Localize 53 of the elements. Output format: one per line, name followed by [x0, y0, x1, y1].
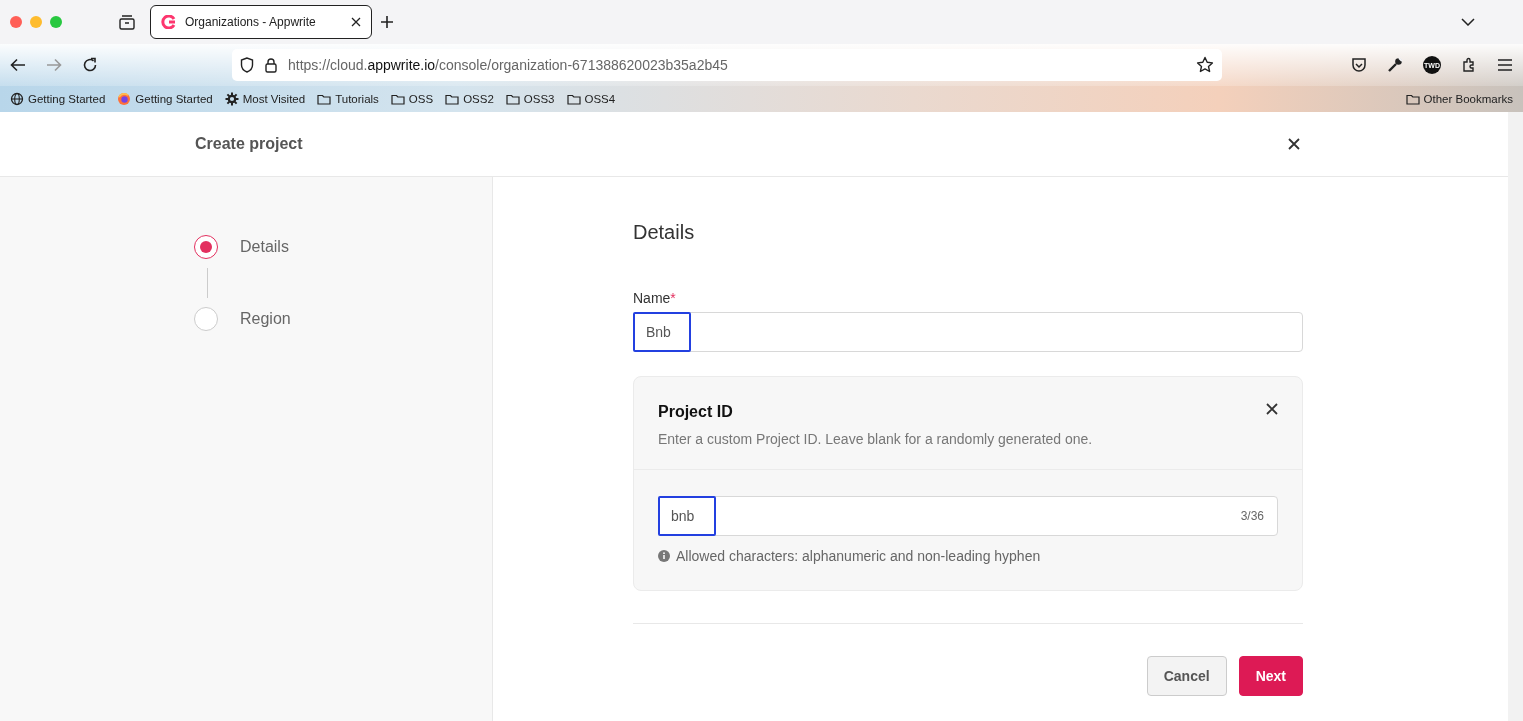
card-title: Project ID — [658, 403, 734, 421]
annotation-frame — [658, 496, 716, 536]
folder-icon — [1405, 92, 1420, 106]
puzzle-piece-icon[interactable] — [1461, 57, 1477, 73]
bookmark[interactable]: OSS4 — [566, 92, 616, 106]
next-button[interactable]: Next — [1238, 656, 1303, 696]
lock-icon — [264, 57, 278, 73]
bookmark[interactable]: Getting Started — [10, 92, 106, 106]
tab-manager-icon[interactable] — [118, 14, 136, 30]
close-icon[interactable] — [351, 17, 361, 27]
close-window-button[interactable] — [10, 16, 22, 28]
folder-icon — [566, 92, 581, 106]
bookmark[interactable]: Getting Started — [117, 92, 213, 106]
step-connector — [207, 268, 208, 298]
bookmark[interactable]: Most Visited — [224, 92, 306, 106]
bookmark[interactable]: Other Bookmarks — [1405, 92, 1513, 106]
back-arrow-icon[interactable] — [10, 58, 26, 72]
annotation-frame — [633, 312, 691, 352]
modal-title: Create project — [195, 135, 304, 153]
chevron-down-icon[interactable] — [1461, 18, 1475, 26]
address-bar[interactable]: https://cloud.appwrite.io/console/organization-671388620023b35a2b45 — [232, 49, 1222, 81]
url-text: https://cloud.appwrite.io/console/organization-671388620023b35a2b45 — [288, 57, 729, 73]
field-label: Name* — [633, 290, 677, 306]
shield-icon — [240, 57, 254, 73]
folder-icon — [317, 92, 332, 106]
cancel-button[interactable]: Cancel — [1146, 656, 1227, 696]
browser-tab[interactable]: Organizations - Appwrite — [150, 5, 372, 39]
folder-icon — [445, 92, 460, 106]
menu-icon[interactable] — [1497, 58, 1513, 72]
browser-logo-icon — [117, 92, 132, 106]
folder-icon — [505, 92, 520, 106]
star-icon[interactable] — [1196, 56, 1214, 74]
gear-icon — [224, 92, 239, 106]
folder-icon — [390, 92, 405, 106]
bookmark[interactable]: Tutorials — [317, 92, 379, 106]
bookmark[interactable]: OSS2 — [445, 92, 494, 106]
card-description: Enter a custom Project ID. Leave blank for a randomly generated one. — [658, 431, 1094, 447]
info-icon — [658, 550, 670, 562]
reload-icon[interactable] — [82, 57, 98, 73]
wrench-icon[interactable] — [1387, 57, 1403, 73]
step-label[interactable]: Region — [240, 310, 291, 328]
appwrite-logo-icon — [161, 15, 177, 29]
character-counter: 3/36 — [1240, 509, 1264, 523]
step-label[interactable]: Details — [240, 238, 289, 256]
bookmark[interactable]: OSS — [390, 92, 434, 106]
close-icon[interactable] — [1266, 403, 1278, 415]
helper-text: Allowed characters: alphanumeric and non-leading hyphen — [676, 548, 1041, 564]
new-tab-icon[interactable] — [380, 15, 394, 29]
pocket-icon[interactable] — [1351, 57, 1367, 73]
bookmark[interactable]: OSS3 — [505, 92, 555, 106]
globe-icon — [10, 92, 24, 106]
section-heading: Details — [633, 221, 696, 244]
close-icon[interactable] — [1288, 138, 1300, 150]
